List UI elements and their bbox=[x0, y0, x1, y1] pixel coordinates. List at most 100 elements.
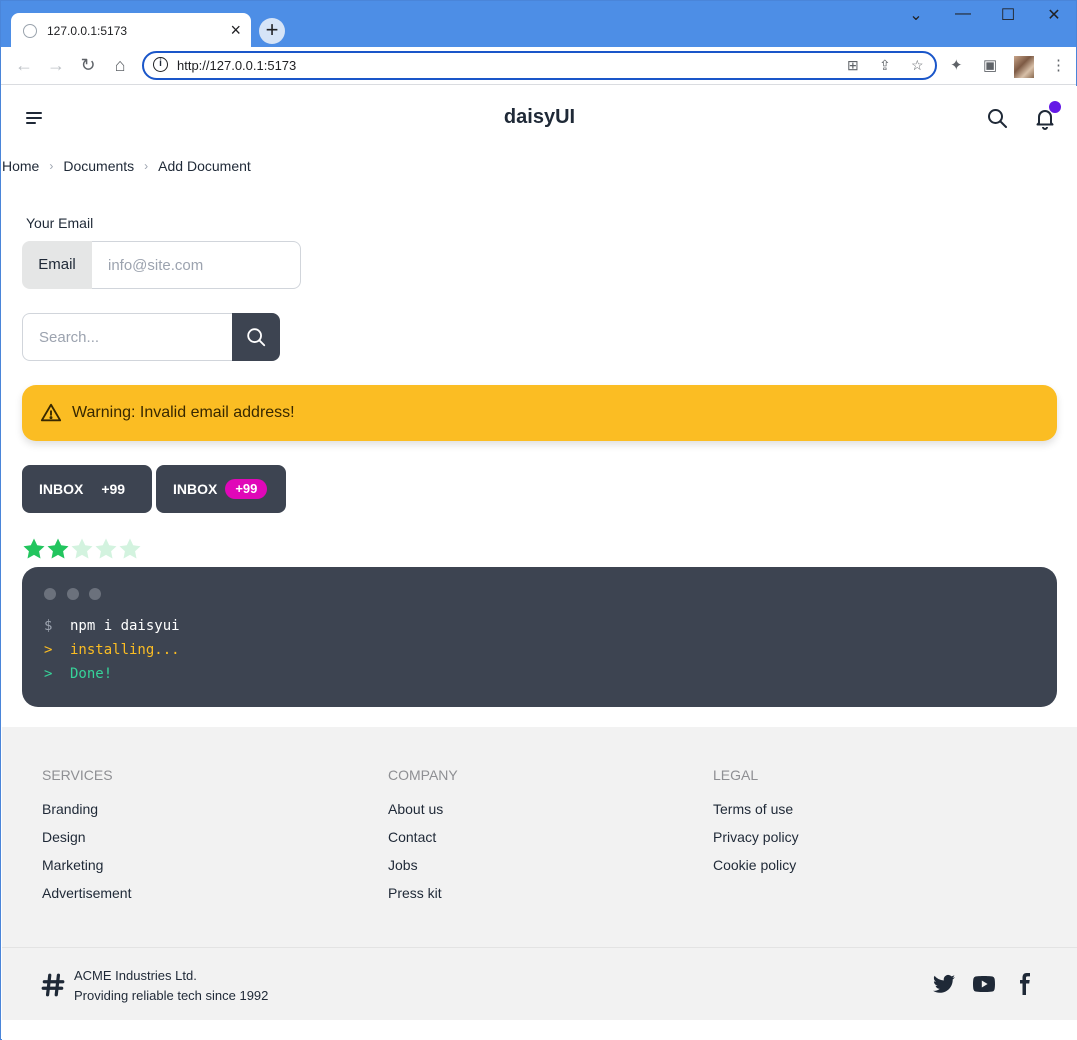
alert-message: Warning: Invalid email address! bbox=[72, 404, 295, 421]
footer-link[interactable]: Design bbox=[42, 829, 131, 857]
star-rating bbox=[22, 537, 142, 561]
search-group bbox=[22, 313, 280, 361]
chevron-right-icon: › bbox=[49, 159, 54, 173]
footer-link[interactable]: Terms of use bbox=[713, 801, 799, 829]
tab-title: 127.0.0.1:5173 bbox=[47, 24, 128, 38]
facebook-icon[interactable] bbox=[1012, 972, 1036, 996]
star-filled-icon[interactable] bbox=[22, 537, 46, 561]
footer-title: SERVICES bbox=[42, 767, 113, 783]
star-empty-icon[interactable] bbox=[70, 537, 94, 561]
code-line: > installing... bbox=[44, 642, 180, 658]
breadcrumb-documents[interactable]: Documents bbox=[63, 158, 134, 174]
window-dot bbox=[89, 588, 101, 600]
inbox-badge: +99 bbox=[101, 481, 126, 497]
inbox-badge-secondary: +99 bbox=[225, 479, 268, 499]
brand-link[interactable]: daisyUI bbox=[504, 106, 575, 128]
company-name: ACME Industries Ltd. bbox=[74, 968, 197, 983]
window-dot bbox=[67, 588, 79, 600]
footer-link[interactable]: Marketing bbox=[42, 857, 131, 885]
navbar: daisyUI bbox=[2, 86, 1077, 150]
forward-icon[interactable]: → bbox=[45, 55, 67, 76]
browser-window: 127.0.0.1:5173 × + ⌄ — ☐ ✕ ← → ↻ ⌂ i htt… bbox=[0, 0, 1077, 1040]
breadcrumb-home[interactable]: Home bbox=[2, 158, 39, 174]
footer-link[interactable]: About us bbox=[388, 801, 458, 829]
share-icon[interactable]: ⇪ bbox=[879, 57, 891, 74]
star-filled-icon[interactable] bbox=[46, 537, 70, 561]
profile-avatar[interactable] bbox=[1014, 56, 1034, 78]
brand-title: daisyUI bbox=[2, 106, 1077, 129]
footer-link[interactable]: Privacy policy bbox=[713, 829, 799, 857]
footer-link[interactable]: Advertisement bbox=[42, 885, 131, 913]
extensions-icon[interactable]: ✦ bbox=[950, 56, 963, 74]
code-text: npm i daisyui bbox=[70, 618, 180, 634]
search-icon bbox=[247, 328, 266, 347]
title-bar: 127.0.0.1:5173 × + ⌄ — ☐ ✕ bbox=[1, 1, 1076, 49]
search-button[interactable] bbox=[232, 313, 280, 361]
star-empty-icon[interactable] bbox=[118, 537, 142, 561]
browser-tab[interactable]: 127.0.0.1:5173 × bbox=[11, 13, 251, 49]
address-bar[interactable]: i http://127.0.0.1:5173 ⊞ ⇪ ☆ bbox=[142, 51, 937, 80]
star-empty-icon[interactable] bbox=[94, 537, 118, 561]
footer-link[interactable]: Contact bbox=[388, 829, 458, 857]
footer-link[interactable]: Branding bbox=[42, 801, 131, 829]
warning-icon bbox=[40, 403, 62, 422]
email-input-group: Email bbox=[22, 241, 301, 289]
code-text: installing... bbox=[70, 642, 180, 658]
code-prefix: > bbox=[44, 642, 53, 658]
code-prefix: > bbox=[44, 666, 53, 682]
reload-icon[interactable]: ↻ bbox=[77, 55, 99, 76]
maximize-button[interactable]: ☐ bbox=[993, 5, 1023, 25]
breadcrumb: Home › Documents › Add Document bbox=[2, 158, 251, 174]
page-content: daisyUI Home › Documents › Add Document … bbox=[2, 86, 1077, 1040]
footer-bottom: ACME Industries Ltd. Providing reliable … bbox=[2, 947, 1077, 1020]
company-info: ACME Industries Ltd. Providing reliable … bbox=[74, 966, 268, 1006]
email-field[interactable] bbox=[92, 241, 301, 289]
search-icon[interactable] bbox=[985, 106, 1009, 130]
code-line: > Done! bbox=[44, 666, 112, 682]
footer-column-services: SERVICES Branding Design Marketing Adver… bbox=[42, 767, 131, 913]
new-tab-button[interactable]: + bbox=[259, 18, 285, 44]
footer-link[interactable]: Cookie policy bbox=[713, 857, 799, 885]
warning-alert: Warning: Invalid email address! bbox=[22, 385, 1057, 441]
side-panel-icon[interactable]: ▣ bbox=[983, 56, 997, 74]
code-text: Done! bbox=[70, 666, 113, 682]
footer-link[interactable]: Press kit bbox=[388, 885, 458, 913]
site-info-icon[interactable]: i bbox=[153, 57, 168, 72]
footer-title: COMPANY bbox=[388, 767, 458, 783]
twitter-icon[interactable] bbox=[932, 972, 956, 996]
footer-column-legal: LEGAL Terms of use Privacy policy Cookie… bbox=[713, 767, 799, 885]
notification-badge bbox=[1049, 101, 1061, 113]
search-input[interactable] bbox=[22, 313, 232, 361]
footer-column-company: COMPANY About us Contact Jobs Press kit bbox=[388, 767, 458, 913]
url-text[interactable]: http://127.0.0.1:5173 bbox=[177, 58, 296, 73]
inbox-label: INBOX bbox=[39, 481, 84, 497]
close-tab-icon[interactable]: × bbox=[230, 20, 241, 41]
code-mockup: $ npm i daisyui > installing... > Done! bbox=[22, 567, 1057, 707]
bookmark-star-icon[interactable]: ☆ bbox=[911, 57, 924, 74]
company-tagline: Providing reliable tech since 1992 bbox=[74, 988, 269, 1003]
footer-link[interactable]: Jobs bbox=[388, 857, 458, 885]
inbox-label: INBOX bbox=[173, 481, 218, 497]
inbox-button[interactable]: INBOX +99 bbox=[22, 465, 152, 513]
minimize-button[interactable]: — bbox=[948, 5, 978, 23]
hashtag-logo-icon bbox=[41, 973, 65, 997]
globe-icon bbox=[23, 24, 37, 38]
more-menu-icon[interactable]: ⋮ bbox=[1051, 56, 1066, 74]
youtube-icon[interactable] bbox=[972, 972, 996, 996]
breadcrumb-add-document: Add Document bbox=[158, 158, 251, 174]
code-prefix: $ bbox=[44, 618, 53, 634]
back-icon[interactable]: ← bbox=[13, 55, 35, 76]
email-label: Your Email bbox=[26, 215, 94, 231]
chevron-right-icon: › bbox=[144, 159, 149, 173]
window-dot bbox=[44, 588, 56, 600]
translate-icon[interactable]: ⊞ bbox=[847, 57, 859, 74]
code-line: $ npm i daisyui bbox=[44, 618, 180, 634]
browser-toolbar: ← → ↻ ⌂ i http://127.0.0.1:5173 ⊞ ⇪ ☆ ✦ … bbox=[1, 47, 1076, 85]
email-addon: Email bbox=[22, 241, 92, 289]
inbox-button-secondary[interactable]: INBOX +99 bbox=[156, 465, 286, 513]
footer: SERVICES Branding Design Marketing Adver… bbox=[2, 727, 1077, 947]
footer-title: LEGAL bbox=[713, 767, 759, 783]
home-icon[interactable]: ⌂ bbox=[109, 55, 131, 76]
tab-search-icon[interactable]: ⌄ bbox=[901, 5, 931, 25]
close-window-button[interactable]: ✕ bbox=[1039, 5, 1069, 25]
